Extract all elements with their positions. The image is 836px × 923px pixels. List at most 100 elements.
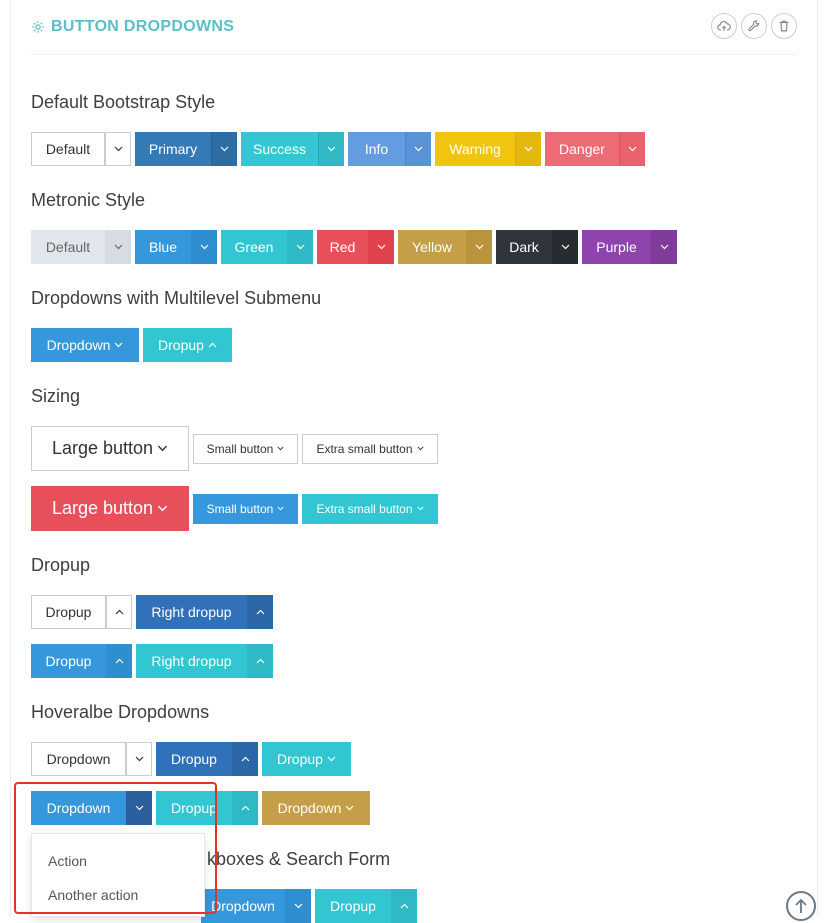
bottom-dropdown-toggle[interactable] xyxy=(285,889,311,923)
portlet-title-text: BUTTON DROPDOWNS xyxy=(51,18,235,35)
dropup-default-toggle[interactable] xyxy=(106,595,132,629)
right-dropup-green-group: Right dropup xyxy=(136,644,273,678)
warning-dropdown-group: Warning xyxy=(435,132,541,166)
warning-dropdown-toggle[interactable] xyxy=(515,132,541,166)
hover-dropup-green-group: Dropup xyxy=(156,791,258,825)
metronic-blue-button[interactable]: Blue xyxy=(135,230,191,264)
chevron-down-icon xyxy=(475,244,483,250)
metronic-green-button[interactable]: Green xyxy=(221,230,287,264)
metronic-red-toggle[interactable] xyxy=(368,230,394,264)
metronic-blue-toggle[interactable] xyxy=(191,230,217,264)
hover-dropdown-default-button[interactable]: Dropdown xyxy=(31,742,126,776)
metronic-green-toggle[interactable] xyxy=(287,230,313,264)
metronic-blue-group: Blue xyxy=(135,230,217,264)
multilevel-dropdown-label: Dropdown xyxy=(46,337,111,353)
wrench-button[interactable] xyxy=(741,13,767,39)
small-button-label: Small button xyxy=(206,501,274,516)
bottom-dropup-button[interactable]: Dropup xyxy=(315,889,391,923)
bottom-dropdown-button[interactable]: Dropdown xyxy=(201,889,285,923)
wrench-icon xyxy=(748,20,760,32)
chevron-down-icon xyxy=(294,903,302,909)
hover-dropup-primary-button[interactable]: Dropup xyxy=(156,742,232,776)
chevron-up-icon xyxy=(241,756,249,762)
info-dropdown-toggle[interactable] xyxy=(405,132,431,166)
dropup-row-2: Dropup Right dropup xyxy=(31,644,273,678)
cloud-upload-icon xyxy=(717,21,731,31)
hover-dropdown-default-group: Dropdown xyxy=(31,742,152,776)
hover-dropdown-blue-toggle[interactable] xyxy=(126,791,152,825)
sizing-row-default: Large button Small button Extra small bu… xyxy=(31,426,438,471)
menu-item-another-action[interactable]: Another action xyxy=(32,878,204,912)
primary-button[interactable]: Primary xyxy=(135,132,211,166)
metronic-red-group: Red xyxy=(317,230,394,264)
metronic-dark-toggle[interactable] xyxy=(552,230,578,264)
multilevel-dropup-button[interactable]: Dropup xyxy=(143,328,232,362)
section-title-default-bootstrap: Default Bootstrap Style xyxy=(31,92,216,112)
danger-button[interactable]: Danger xyxy=(545,132,619,166)
info-button[interactable]: Info xyxy=(348,132,405,166)
arrow-up-icon xyxy=(795,898,807,913)
large-button-default[interactable]: Large button xyxy=(31,426,189,471)
sizing-row-colored: Large button Small button Extra small bu… xyxy=(31,486,438,531)
right-dropup-primary-button[interactable]: Right dropup xyxy=(136,595,247,629)
hover-dropup-green-toggle[interactable] xyxy=(232,791,258,825)
hover-dropup-green-button[interactable]: Dropup xyxy=(262,742,351,776)
menu-item-action[interactable]: Action xyxy=(32,844,204,878)
trash-button[interactable] xyxy=(771,13,797,39)
small-button-default[interactable]: Small button xyxy=(193,433,298,464)
extra-small-button-label: Extra small button xyxy=(316,501,413,516)
default-button[interactable]: Default xyxy=(31,132,105,166)
primary-dropdown-toggle[interactable] xyxy=(211,132,237,166)
metronic-red-button[interactable]: Red xyxy=(317,230,368,264)
right-dropup-primary-toggle[interactable] xyxy=(247,595,273,629)
portlet-actions xyxy=(711,13,797,39)
chevron-down-icon xyxy=(114,244,122,250)
section-title-hoverable: Hoveralbe Dropdowns xyxy=(31,702,210,722)
bottom-dropup-toggle[interactable] xyxy=(391,889,417,923)
metronic-default-button[interactable]: Default xyxy=(31,230,105,264)
small-button-blue[interactable]: Small button xyxy=(193,493,298,524)
cloud-upload-button[interactable] xyxy=(711,13,737,39)
chevron-down-icon xyxy=(277,446,284,451)
large-button-red[interactable]: Large button xyxy=(31,486,189,531)
dropup-default-button[interactable]: Dropup xyxy=(31,595,106,629)
warning-button[interactable]: Warning xyxy=(435,132,515,166)
default-dropdown-toggle[interactable] xyxy=(105,132,131,166)
bottom-dropdown-group: Dropdown xyxy=(201,889,311,923)
chevron-down-icon xyxy=(524,146,532,152)
bottom-row: Dropdown Dropup xyxy=(201,889,417,923)
metronic-default-toggle[interactable] xyxy=(105,230,131,264)
hover-dropup-primary-toggle[interactable] xyxy=(232,742,258,776)
danger-dropdown-toggle[interactable] xyxy=(619,132,645,166)
metronic-dark-button[interactable]: Dark xyxy=(496,230,552,264)
dropup-blue-button[interactable]: Dropup xyxy=(31,644,106,678)
extra-small-button-green[interactable]: Extra small button xyxy=(302,493,438,524)
extra-small-button-label: Extra small button xyxy=(316,441,413,456)
hover-dropdown-yellow-button[interactable]: Dropdown xyxy=(262,791,370,825)
metronic-yellow-button[interactable]: Yellow xyxy=(398,230,466,264)
hover-row-2: Dropdown Dropup Dropdown xyxy=(31,791,370,825)
portlet-title: BUTTON DROPDOWNS xyxy=(31,18,234,36)
multilevel-dropdown-button[interactable]: Dropdown xyxy=(31,328,139,362)
metronic-purple-toggle[interactable] xyxy=(651,230,677,264)
chevron-up-icon xyxy=(400,903,408,909)
hover-dropup-green-split-button[interactable]: Dropup xyxy=(156,791,232,825)
hover-dropdown-default-toggle[interactable] xyxy=(126,742,152,776)
hover-dropdown-blue-button[interactable]: Dropdown xyxy=(31,791,126,825)
chevron-up-icon xyxy=(115,609,123,615)
default-bootstrap-row: Default Primary Success Info Warning Dan… xyxy=(31,132,645,166)
section-title-multilevel: Dropdowns with Multilevel Submenu xyxy=(31,288,322,308)
extra-small-button-default[interactable]: Extra small button xyxy=(302,433,438,464)
metronic-yellow-toggle[interactable] xyxy=(466,230,492,264)
chevron-down-icon xyxy=(114,146,122,152)
metronic-dark-group: Dark xyxy=(496,230,578,264)
chevron-down-icon xyxy=(377,244,385,250)
success-dropdown-toggle[interactable] xyxy=(318,132,344,166)
gear-icon xyxy=(32,21,44,33)
success-button[interactable]: Success xyxy=(241,132,318,166)
dropup-blue-toggle[interactable] xyxy=(106,644,132,678)
right-dropup-green-toggle[interactable] xyxy=(247,644,273,678)
section-title-dropup: Dropup xyxy=(31,555,91,575)
right-dropup-green-button[interactable]: Right dropup xyxy=(136,644,247,678)
metronic-purple-button[interactable]: Purple xyxy=(582,230,651,264)
